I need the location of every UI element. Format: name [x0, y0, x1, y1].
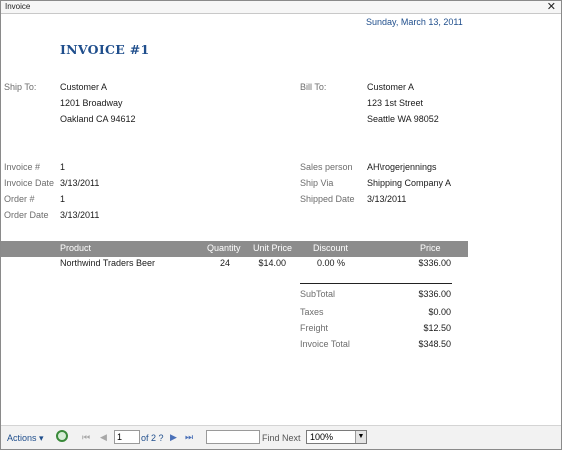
actions-label: Actions: [7, 433, 37, 443]
order-date-value: 3/13/2011: [60, 210, 100, 220]
freight-label: Freight: [300, 323, 329, 333]
taxes-label: Taxes: [300, 307, 324, 317]
ship-to-line2: Oakland CA 94612: [60, 114, 136, 124]
ship-to-label: Ship To:: [4, 82, 37, 92]
row-price: $336.00: [418, 258, 451, 268]
ship-to-line1: 1201 Broadway: [60, 98, 123, 108]
page-number-input[interactable]: [114, 430, 140, 444]
find-input[interactable]: [206, 430, 260, 444]
zoom-select[interactable]: 100% ▼: [306, 430, 367, 444]
window-title: Invoice: [5, 2, 31, 11]
subtotal-value: $336.00: [418, 289, 451, 299]
order-date-label: Order Date: [4, 210, 49, 220]
invoice-date-value: 3/13/2011: [60, 178, 100, 188]
bill-to-line2: Seattle WA 98052: [367, 114, 439, 124]
row-quantity: 24: [219, 258, 230, 268]
row-product: Northwind Traders Beer: [60, 258, 156, 268]
zoom-value: 100%: [310, 432, 334, 442]
column-header-product: Product: [60, 243, 92, 253]
bill-to-name: Customer A: [367, 82, 415, 92]
bill-to-line1: 123 1st Street: [367, 98, 424, 108]
column-header-quantity: Quantity: [207, 243, 241, 253]
bill-to-label: Bill To:: [300, 82, 327, 92]
column-header-price: Price: [420, 243, 441, 253]
sales-person-label: Sales person: [300, 162, 353, 172]
column-header-unit-price: Unit Price: [253, 243, 293, 253]
dropdown-arrow-icon[interactable]: ▼: [355, 431, 366, 443]
sales-person-value: AH\rogerjennings: [367, 162, 437, 172]
shipped-date-label: Shipped Date: [300, 194, 355, 204]
subtotal-label: SubTotal: [300, 289, 336, 299]
report-date: Sunday, March 13, 2011: [366, 17, 463, 27]
find-next-button[interactable]: Find Next: [262, 433, 301, 443]
actions-menu[interactable]: Actions ▾: [7, 433, 44, 444]
first-page-icon[interactable]: ⏮: [82, 432, 90, 443]
last-page-icon[interactable]: ⏭: [185, 432, 193, 443]
ship-via-value: Shipping Company A: [367, 178, 452, 188]
invoice-total-value: $348.50: [418, 339, 451, 349]
next-page-icon[interactable]: ▶: [170, 432, 177, 443]
previous-page-icon[interactable]: ◀: [100, 432, 107, 443]
ship-via-label: Ship Via: [300, 178, 334, 188]
ship-to-name: Customer A: [60, 82, 108, 92]
report-toolbar: Actions ▾ ⏮ ◀ of 2 ? ▶ ⏭ Find Next 100% …: [1, 425, 561, 449]
page-count: of 2 ?: [141, 433, 164, 443]
invoice-number-value: 1: [60, 162, 66, 172]
row-discount: 0.00 %: [316, 258, 345, 268]
chevron-down-icon: ▾: [39, 433, 44, 443]
report-page: Sunday, March 13, 2011 INVOICE #1 Ship T…: [1, 15, 561, 424]
order-number-label: Order #: [4, 194, 35, 204]
invoice-title: INVOICE #1: [60, 42, 150, 57]
row-unit-price: $14.00: [258, 258, 286, 268]
shipped-date-value: 3/13/2011: [367, 194, 407, 204]
window-titlebar: Invoice ✕: [1, 1, 561, 14]
column-header-discount: Discount: [313, 243, 349, 253]
invoice-number-label: Invoice #: [4, 162, 41, 172]
taxes-value: $0.00: [428, 307, 451, 317]
totals-divider: [300, 283, 452, 284]
refresh-icon[interactable]: [56, 430, 68, 442]
freight-value: $12.50: [423, 323, 451, 333]
close-icon[interactable]: ✕: [547, 0, 556, 13]
invoice-date-label: Invoice Date: [4, 178, 55, 188]
order-number-value: 1: [60, 194, 66, 204]
invoice-total-label: Invoice Total: [300, 339, 350, 349]
table-header-bar: Product Quantity Unit Price Discount Pri…: [1, 241, 468, 257]
